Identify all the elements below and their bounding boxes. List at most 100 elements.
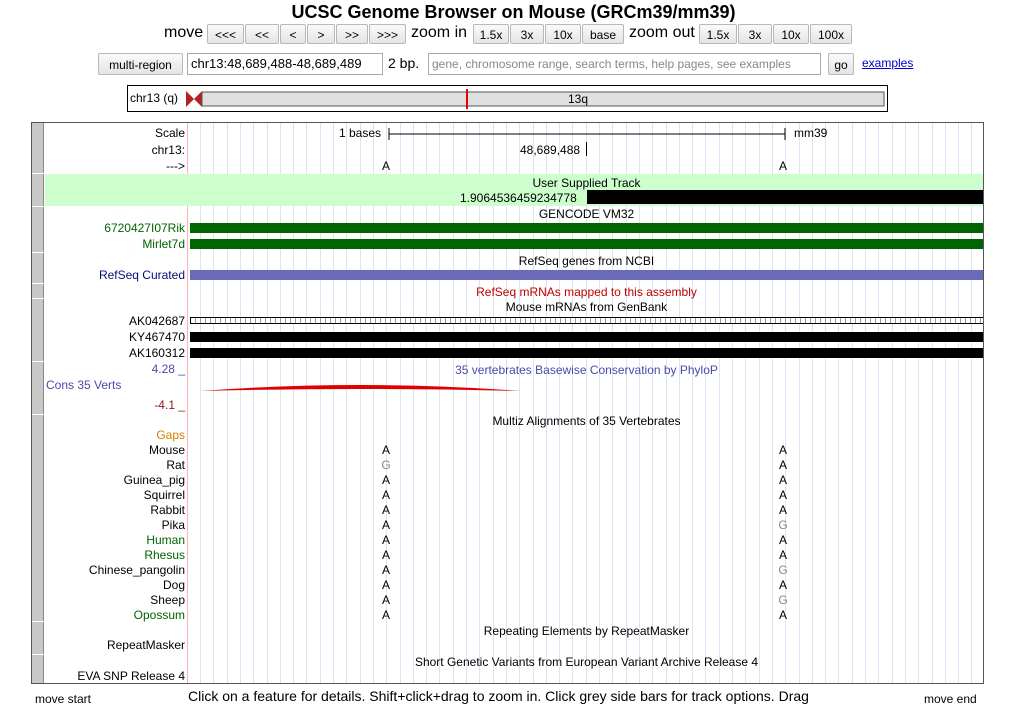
mrna-label[interactable]: AK042687 bbox=[129, 314, 185, 328]
zoom-in-button[interactable]: 10x bbox=[545, 24, 581, 44]
alignment-base: A bbox=[381, 473, 390, 487]
assembly-label: mm39 bbox=[794, 126, 828, 140]
alignment-base: A bbox=[778, 503, 787, 517]
repeatmasker-label[interactable]: RepeatMasker bbox=[107, 638, 185, 652]
alignment-base: A bbox=[778, 608, 787, 622]
mrna-label[interactable]: KY467470 bbox=[129, 330, 185, 344]
coord-tick bbox=[586, 142, 587, 156]
mrna-bar[interactable] bbox=[190, 348, 983, 358]
alignment-base: A bbox=[778, 443, 787, 457]
multiz-side-bar[interactable] bbox=[32, 415, 44, 621]
search-input[interactable]: gene, chromosome range, search terms, he… bbox=[428, 53, 821, 75]
species-label: Pika bbox=[161, 518, 185, 532]
phylop-min-label: -4.1 _ bbox=[154, 398, 185, 412]
species-label: Guinea_pig bbox=[123, 473, 185, 487]
multi-region-button[interactable]: multi-region bbox=[98, 53, 183, 75]
tracks-panel[interactable]: Scale 1 bases mm39 chr13: 48,689,488 ---… bbox=[31, 122, 984, 684]
move-button[interactable]: > bbox=[307, 24, 335, 44]
refseq-bar[interactable] bbox=[190, 270, 983, 280]
refseq-label[interactable]: RefSeq Curated bbox=[99, 268, 185, 282]
gene-bar[interactable] bbox=[190, 223, 983, 233]
position-input[interactable]: chr13:48,689,488-48,689,489 bbox=[187, 53, 383, 75]
chrom-label: chr13: bbox=[151, 143, 185, 157]
zoom-out-button[interactable]: 3x bbox=[738, 24, 772, 44]
gene-bar[interactable] bbox=[190, 239, 983, 249]
zoom-out-button[interactable]: 100x bbox=[810, 24, 852, 44]
species-label: Human bbox=[146, 533, 185, 547]
species-label: Rabbit bbox=[150, 503, 185, 517]
eva-side-bar[interactable] bbox=[32, 655, 44, 683]
eva-label[interactable]: EVA SNP Release 4 bbox=[77, 669, 185, 683]
scale-label: Scale bbox=[154, 126, 185, 140]
phylop-max-label: 4.28 _ bbox=[151, 362, 185, 376]
zoom-in-button[interactable]: base bbox=[582, 24, 624, 44]
alignment-base: A bbox=[778, 548, 787, 562]
ruler-side-bar[interactable] bbox=[32, 123, 44, 173]
alignment-base: G bbox=[778, 563, 788, 577]
user-track-bar[interactable] bbox=[587, 190, 983, 204]
ideogram-band-label: 13q bbox=[567, 92, 589, 106]
repeatmasker-side-bar[interactable] bbox=[32, 622, 44, 654]
zoom-out-button[interactable]: 10x bbox=[773, 24, 809, 44]
move-button[interactable]: >>> bbox=[369, 24, 406, 44]
alignment-base: A bbox=[381, 533, 390, 547]
alignment-base: A bbox=[778, 473, 787, 487]
phylop-label[interactable]: Cons 35 Verts bbox=[46, 378, 121, 392]
go-button[interactable]: go bbox=[828, 53, 854, 75]
refseq-side-bar[interactable] bbox=[32, 253, 44, 283]
mrna-title: Mouse mRNAs from GenBank bbox=[505, 300, 668, 314]
mrna-bar[interactable] bbox=[190, 332, 983, 342]
refseq-mrna-side-bar[interactable] bbox=[32, 284, 44, 298]
zoom-in-button[interactable]: 1.5x bbox=[473, 24, 509, 44]
gene-label[interactable]: Mirlet7d bbox=[142, 237, 185, 251]
alignment-base: A bbox=[381, 488, 390, 502]
strand-label: ---> bbox=[166, 159, 185, 173]
phylop-title: 35 vertebrates Basewise Conservation by … bbox=[455, 363, 718, 377]
species-label: Opossum bbox=[133, 608, 185, 622]
alignment-base: A bbox=[381, 503, 390, 517]
alignment-base: A bbox=[778, 488, 787, 502]
species-label: Rhesus bbox=[144, 548, 185, 562]
mrna-label[interactable]: AK160312 bbox=[129, 346, 185, 360]
mrna-side-bar[interactable] bbox=[32, 299, 44, 361]
scale-value: 1 bases bbox=[339, 126, 382, 140]
eva-title: Short Genetic Variants from European Var… bbox=[414, 655, 759, 669]
alignment-base: A bbox=[778, 458, 787, 472]
page-title: UCSC Genome Browser on Mouse (GRCm39/mm3… bbox=[291, 2, 736, 22]
user-track-value: 1.9064536459234778 bbox=[460, 191, 577, 205]
zoom-out-button[interactable]: 1.5x bbox=[699, 24, 737, 44]
repeatmasker-title: Repeating Elements by RepeatMasker bbox=[483, 624, 690, 638]
alignment-base: A bbox=[778, 533, 787, 547]
species-label: Chinese_pangolin bbox=[88, 563, 185, 577]
zoom-out-label: zoom out bbox=[629, 24, 695, 41]
size-label: 2 bp. bbox=[388, 55, 420, 71]
move-button[interactable]: < bbox=[280, 24, 306, 44]
refseq-title: RefSeq genes from NCBI bbox=[518, 254, 655, 268]
alignment-base: G bbox=[778, 593, 788, 607]
user-track-title: User Supplied Track bbox=[532, 176, 641, 190]
move-button[interactable]: <<< bbox=[207, 24, 244, 44]
scale-bar bbox=[388, 128, 786, 140]
user-track-side-bar[interactable] bbox=[32, 174, 44, 206]
refseq-mrna-title: RefSeq mRNAs mapped to this assembly bbox=[476, 285, 697, 299]
move-button[interactable]: << bbox=[245, 24, 279, 44]
move-button[interactable]: >> bbox=[336, 24, 368, 44]
help-text: Click on a feature for details. Shift+cl… bbox=[188, 688, 809, 704]
phylop-wiggle[interactable] bbox=[200, 381, 530, 393]
gencode-side-bar[interactable] bbox=[32, 207, 44, 252]
ideogram-chrom-label: chr13 (q) bbox=[130, 91, 179, 105]
alignment-base: A bbox=[381, 548, 390, 562]
alignment-base: A bbox=[381, 443, 390, 457]
gene-label[interactable]: 6720427I07Rik bbox=[104, 221, 185, 235]
chromosome-ideogram[interactable]: chr13 (q) 13q bbox=[127, 85, 888, 112]
ruler-base: A bbox=[778, 159, 787, 173]
alignment-base: A bbox=[381, 578, 390, 592]
phylop-side-bar[interactable] bbox=[32, 362, 44, 414]
coord-label: 48,689,488 bbox=[520, 143, 581, 157]
gaps-label: Gaps bbox=[156, 428, 185, 442]
zoom-in-button[interactable]: 3x bbox=[510, 24, 544, 44]
mrna-bar[interactable] bbox=[190, 317, 983, 324]
alignment-base: A bbox=[778, 578, 787, 592]
examples-link[interactable]: examples bbox=[862, 56, 913, 70]
alignment-base: G bbox=[381, 458, 391, 472]
